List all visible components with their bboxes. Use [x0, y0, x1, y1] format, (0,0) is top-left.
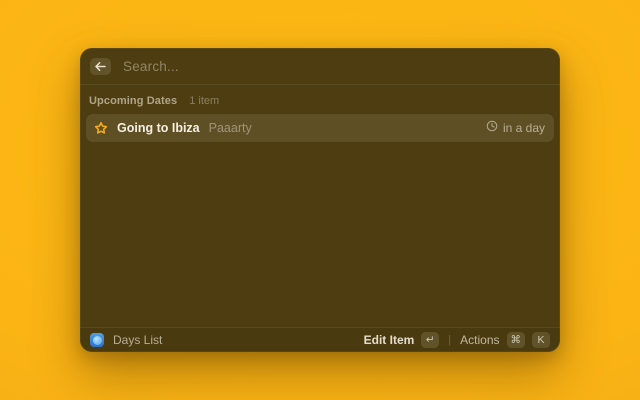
- k-keycap: K: [532, 332, 550, 348]
- actions-menu-button[interactable]: Actions: [460, 333, 499, 347]
- item-subtitle: Paaarty: [209, 121, 252, 135]
- item-title: Going to Ibiza: [117, 121, 200, 135]
- search-bar: Search...: [80, 48, 560, 85]
- footer-divider: |: [446, 334, 453, 346]
- app-name: Days List: [113, 333, 162, 347]
- list-item[interactable]: Going to Ibiza Paaarty in a day: [86, 114, 554, 142]
- desktop-background: Search... Upcoming Dates 1 item Going to…: [0, 0, 640, 400]
- edit-item-action[interactable]: Edit Item: [364, 333, 415, 347]
- section-title: Upcoming Dates: [89, 95, 177, 107]
- days-list-app-icon: [90, 333, 104, 347]
- launcher-window: Search... Upcoming Dates 1 item Going to…: [80, 48, 560, 352]
- results-list: Upcoming Dates 1 item Going to Ibiza Paa…: [80, 85, 560, 327]
- section-header: Upcoming Dates 1 item: [86, 85, 554, 114]
- star-icon: [94, 121, 108, 135]
- footer-actions: Edit Item ↵ | Actions ⌘ K: [364, 332, 550, 348]
- section-item-count: 1 item: [189, 95, 219, 107]
- item-due-text: in a day: [503, 121, 545, 135]
- search-input[interactable]: Search...: [123, 59, 179, 74]
- command-keycap: ⌘: [507, 332, 526, 348]
- back-button[interactable]: [90, 58, 111, 75]
- arrow-left-icon: [95, 62, 106, 71]
- return-keycap: ↵: [421, 332, 439, 348]
- footer-bar: Days List Edit Item ↵ | Actions ⌘ K: [80, 327, 560, 352]
- clock-icon: [486, 119, 498, 137]
- item-accessory: in a day: [486, 119, 545, 137]
- app-chip: Days List: [90, 333, 162, 347]
